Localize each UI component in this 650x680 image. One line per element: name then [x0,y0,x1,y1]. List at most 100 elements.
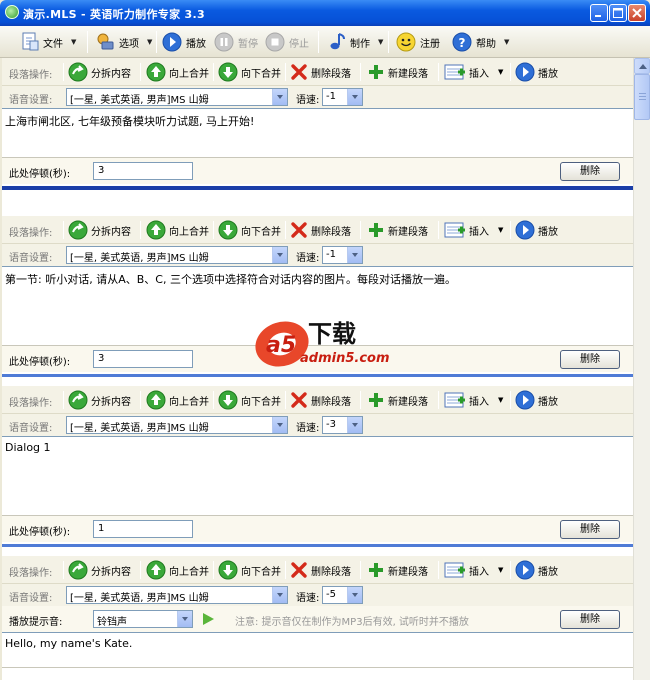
file-menu-button[interactable]: 文件 ▼ [21,30,76,54]
speed-value: -5 [326,589,336,600]
segment-text-area[interactable]: Hello, my name's Kate. [2,632,633,668]
delete-button[interactable]: 删除 [560,162,620,181]
watermark-site: admin5.com [300,351,390,366]
merge-up-button[interactable]: 向上合并 [146,389,209,411]
delete-segment-button[interactable]: 删除段落 [290,219,351,241]
merge-down-button[interactable]: 向下合并 [218,559,281,581]
new-segment-button[interactable]: 新建段落 [367,559,428,581]
toolbar-separator [140,221,141,239]
watermark-brand: a5 [266,333,296,358]
voice-settings-bar: 语音设置: [一星, 美式英语, 男声]MS 山姆 语速: -3 [2,414,633,436]
toolbar-separator [438,561,439,579]
speed-select[interactable]: -1 [322,246,363,264]
stop-button[interactable]: 停止 [265,30,309,54]
toolbar-separator [510,391,511,409]
segment-text-area[interactable]: 上海市闸北区, 七年级预备模块听力试题, 马上开始! [2,108,633,158]
delete-segment-button[interactable]: 删除段落 [290,559,351,581]
plus-icon [367,221,385,239]
options-menu-button[interactable]: 选项 ▼ [95,30,152,54]
insert-button[interactable]: 插入 ▼ [444,389,503,411]
delete-button[interactable]: 删除 [560,610,620,629]
pause-seconds-input[interactable]: 1 [93,520,193,538]
register-button[interactable]: 注册 [396,30,440,54]
hint-sound-label: 播放提示音: [9,617,63,628]
play-icon [515,62,535,82]
delete-segment-button[interactable]: 删除段落 [290,389,351,411]
split-content-button[interactable]: 分拆内容 [68,559,131,581]
maximize-button[interactable] [609,4,627,22]
insert-button[interactable]: 插入 ▼ [444,61,503,83]
merge-down-button[interactable]: 向下合并 [218,219,281,241]
merge-down-button[interactable]: 向下合并 [218,389,281,411]
scroll-up-button[interactable] [634,58,650,74]
help-menu-button[interactable]: ? 帮助 ▼ [452,30,509,54]
split-icon [68,62,88,82]
voice-select[interactable]: [一星, 美式英语, 男声]MS 山姆 [66,586,288,604]
options-icon [97,33,114,50]
split-content-button[interactable]: 分拆内容 [68,61,131,83]
merge-down-button-label: 向下合并 [241,68,281,80]
speed-select[interactable]: -3 [322,416,363,434]
toolbar-separator [360,561,361,579]
segment-text-area[interactable]: Dialog 1 [2,436,633,516]
preview-play-icon[interactable] [202,613,214,625]
dropdown-arrow-icon: ▼ [378,38,384,46]
toolbar-separator [213,561,214,579]
delete-button[interactable]: 删除 [560,350,620,369]
voice-settings-bar: 语音设置: [一星, 美式英语, 男声]MS 山姆 语速: -1 [2,86,633,108]
speed-select[interactable]: -1 [322,88,363,106]
toolbar-separator [63,391,64,409]
new-segment-button[interactable]: 新建段落 [367,219,428,241]
merge-up-button[interactable]: 向上合并 [146,559,209,581]
minimize-button[interactable] [590,4,608,22]
hint-sound-select[interactable]: 铃铛声 [93,610,193,628]
voice-select[interactable]: [一星, 美式英语, 男声]MS 山姆 [66,416,288,434]
play-segment-button[interactable]: 播放 [515,61,558,83]
minimize-icon [595,15,601,17]
delete-button[interactable]: 删除 [560,520,620,539]
merge-up-button[interactable]: 向上合并 [146,61,209,83]
merge-down-button[interactable]: 向下合并 [218,61,281,83]
play-segment-button[interactable]: 播放 [515,219,558,241]
split-content-button[interactable]: 分拆内容 [68,389,131,411]
vertical-scrollbar[interactable] [633,58,650,680]
play-segment-button[interactable]: 播放 [515,559,558,581]
delete-x-icon [290,221,308,239]
maximize-icon [613,8,623,18]
toolbar-separator [438,221,439,239]
scroll-thumb[interactable] [634,74,650,120]
speed-select[interactable]: -5 [322,586,363,604]
plus-icon [367,63,385,81]
make-menu-button[interactable]: 制作 ▼ [328,30,383,54]
delete-button-label: 删除 [580,524,600,535]
pause-seconds-input[interactable]: 3 [93,162,193,180]
close-button[interactable] [628,4,646,22]
segment-text: Dialog 1 [5,441,51,454]
dropdown-arrow-icon [347,417,362,433]
split-content-button-label: 分拆内容 [91,566,131,578]
pause-button[interactable]: 暂停 [214,30,258,54]
voice-settings-bar: 语音设置: [一星, 美式英语, 男声]MS 山姆 语速: -1 [2,244,633,266]
merge-up-icon [146,390,166,410]
new-segment-button[interactable]: 新建段落 [367,61,428,83]
speed-label: 语速: [296,593,320,604]
toolbar-separator [213,391,214,409]
play-segment-button-label: 播放 [538,226,558,238]
delete-segment-button[interactable]: 删除段落 [290,61,351,83]
new-segment-button-label: 新建段落 [388,226,428,238]
merge-up-button[interactable]: 向上合并 [146,219,209,241]
pause-seconds-input[interactable]: 3 [93,350,193,368]
insert-button[interactable]: 插入 ▼ [444,219,503,241]
voice-select[interactable]: [一星, 美式英语, 男声]MS 山姆 [66,88,288,106]
merge-down-icon [218,220,238,240]
toolbar-separator [63,63,64,81]
pause-icon [214,32,234,52]
toolbar-separator [360,391,361,409]
play-button[interactable]: 播放 [162,30,206,54]
voice-select[interactable]: [一星, 美式英语, 男声]MS 山姆 [66,246,288,264]
segment-text: Hello, my name's Kate. [5,637,133,650]
insert-button[interactable]: 插入 ▼ [444,559,503,581]
new-segment-button[interactable]: 新建段落 [367,389,428,411]
play-segment-button[interactable]: 播放 [515,389,558,411]
split-content-button[interactable]: 分拆内容 [68,219,131,241]
